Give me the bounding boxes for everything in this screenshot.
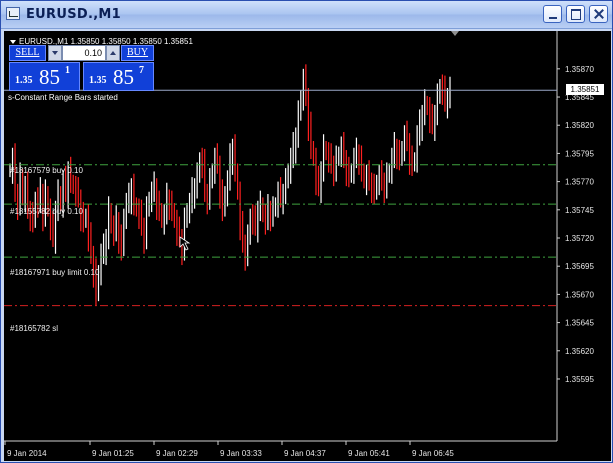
- price-tick-label: 1.35745: [565, 206, 594, 215]
- lot-decrease-icon[interactable]: [48, 45, 62, 61]
- price-tick-label: 1.35645: [565, 319, 594, 328]
- one-click-trading-panel: SELL 0.10 BUY 1.35 85 1 1.35 85 7: [9, 45, 154, 91]
- time-tick-label: 9 Jan 04:37: [284, 449, 326, 458]
- lot-size-input[interactable]: 0.10: [62, 45, 106, 61]
- chart-window-icon: [6, 7, 20, 20]
- time-tick-label: 9 Jan 03:33: [220, 449, 262, 458]
- price-chart[interactable]: 1.35870 1.35845 1.35820 1.35795 1.35770 1.357…: [4, 31, 611, 461]
- price-tick-label: 1.35720: [565, 234, 594, 243]
- price-tick-label: 1.35620: [565, 347, 594, 356]
- buy-price-button[interactable]: 1.35 85 7: [83, 62, 154, 91]
- order-label[interactable]: #18155782 buy 0.10: [10, 207, 83, 216]
- order-label[interactable]: #18167579 buy 0.10: [10, 166, 83, 175]
- price-tick-label: 1.35670: [565, 290, 594, 299]
- buy-price-fraction: 7: [139, 65, 144, 76]
- price-tick-label: 1.35695: [565, 262, 594, 271]
- maximize-button[interactable]: [566, 5, 585, 23]
- time-tick-label: 9 Jan 05:41: [348, 449, 390, 458]
- price-tick-label: 1.35870: [565, 65, 594, 74]
- expert-status-text: s-Constant Range Bars started: [8, 93, 118, 102]
- sell-button[interactable]: SELL: [9, 45, 46, 61]
- sell-price-button[interactable]: 1.35 85 1: [9, 62, 80, 91]
- time-tick-label: 9 Jan 06:45: [412, 449, 454, 458]
- order-label[interactable]: #18165782 sl: [10, 324, 58, 333]
- time-tick-label: 9 Jan 02:29: [156, 449, 198, 458]
- terminal-window: EURUSD.,M1 1.35870 1.35845 1.35820 1.35795 1…: [0, 0, 613, 463]
- close-button[interactable]: [589, 5, 608, 23]
- sell-price-fraction: 1: [65, 65, 70, 76]
- sell-price-prefix: 1.35: [15, 75, 33, 86]
- price-tick-label: 1.35795: [565, 149, 594, 158]
- price-tick-label: 1.35595: [565, 375, 594, 384]
- sell-price-pips: 85: [39, 65, 60, 89]
- minimize-button[interactable]: [543, 5, 562, 23]
- price-tick-label: 1.35770: [565, 178, 594, 187]
- buy-price-pips: 85: [113, 65, 134, 89]
- chart-shift-marker[interactable]: [451, 31, 459, 36]
- title-bar[interactable]: EURUSD.,M1: [1, 1, 612, 29]
- symbol-dropdown-icon: [10, 40, 16, 44]
- order-label[interactable]: #18167971 buy limit 0.10: [10, 268, 99, 277]
- window-title: EURUSD.,M1: [26, 7, 122, 22]
- price-tick-label: 1.35820: [565, 121, 594, 130]
- time-tick-label: 9 Jan 2014: [7, 449, 47, 458]
- buy-button[interactable]: BUY: [121, 45, 154, 61]
- lot-increase-icon[interactable]: [106, 45, 120, 61]
- buy-price-prefix: 1.35: [89, 75, 107, 86]
- time-tick-label: 9 Jan 01:25: [92, 449, 134, 458]
- current-price-label: 1.35851: [566, 84, 604, 96]
